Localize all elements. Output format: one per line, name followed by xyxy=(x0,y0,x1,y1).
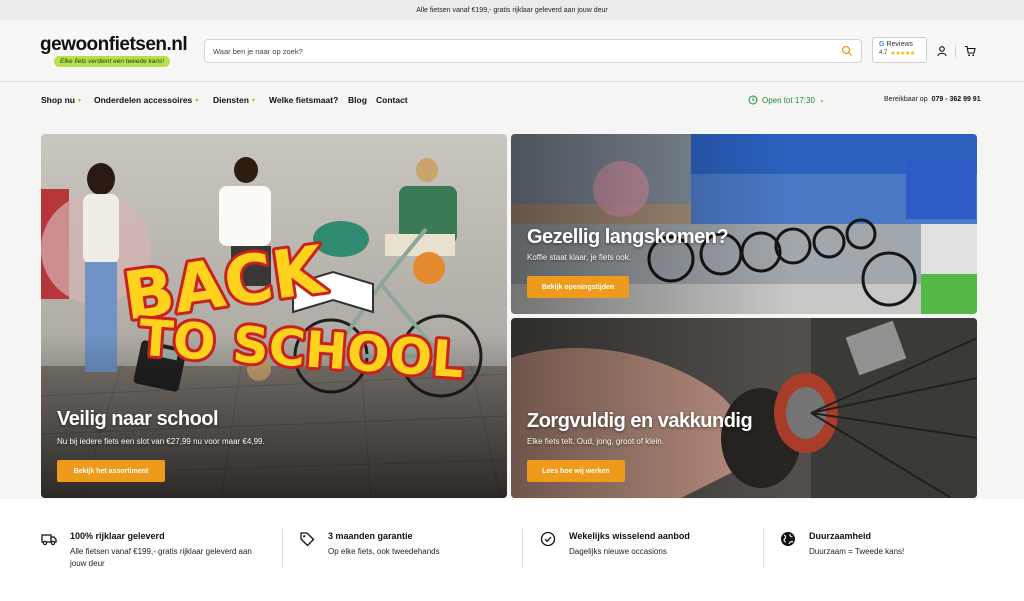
chevron-down-icon: ▾ xyxy=(251,97,255,104)
search-input[interactable] xyxy=(213,46,841,56)
hero-main-subtitle: Nu bij iedere fiets een slot van €27,99 … xyxy=(57,437,265,446)
open-hours-text: Open tot 17:30 xyxy=(762,95,815,105)
logo-text: gewoonfietsen.nl xyxy=(40,34,188,55)
usp-bar: 100% rijklaar geleverd Alle fietsen vana… xyxy=(0,499,1024,601)
chevron-down-icon: ⌄ xyxy=(818,97,825,104)
reachable-label: Bereikbaar op xyxy=(884,96,928,103)
nav-label: Onderdelen accessoires xyxy=(94,95,193,105)
usp-title: Duurzaamheid xyxy=(809,531,872,541)
nav-label: Shop nu xyxy=(41,95,75,105)
search-icon[interactable] xyxy=(841,45,853,57)
hero-visit-subtitle: Koffie staat klaar, je fiets ook. xyxy=(527,253,631,262)
rating-stars: ★★★★★ xyxy=(890,51,915,57)
hero-main-title: Veilig naar school xyxy=(57,408,219,430)
chevron-down-icon: ▾ xyxy=(195,97,199,104)
usp-description: Dagelijks nieuwe occasions xyxy=(569,547,667,556)
usp-title: 100% rijklaar geleverd xyxy=(70,531,165,541)
main-nav: Shop nu ▾ Onderdelen accessoires ▾ Dienste… xyxy=(0,82,1024,118)
logo-tagline: Elke fiets verdient een tweede kans! xyxy=(54,56,171,67)
google-icon: G xyxy=(879,41,885,48)
logo[interactable]: gewoonfietsen.nl Elke fiets verdient een… xyxy=(40,34,190,70)
hero-craft-title: Zorgvuldig en vakkundig xyxy=(527,410,753,432)
reviews-label: Reviews xyxy=(886,41,913,48)
usp-description: Op elke fiets, ook tweedehands xyxy=(328,547,440,556)
usp-description: Alle fietsen vanaf €199,- gratis rijklaa… xyxy=(70,547,252,568)
hero-card-back-to-school[interactable]: BACK TO SCHOOL Veilig naar school Nu bij… xyxy=(41,134,507,498)
nav-label: Blog xyxy=(348,95,367,105)
header-divider xyxy=(955,45,956,57)
hero-card-visit[interactable]: Gezellig langskomen? Koffie staat klaar,… xyxy=(511,134,977,314)
phone-number: 079 - 362 99 91 xyxy=(931,96,981,103)
nav-label: Welke fietsmaat? xyxy=(269,95,339,105)
usp-divider xyxy=(522,529,523,567)
clock-icon xyxy=(748,95,758,105)
how-we-work-button[interactable]: Lees hoe wij werken xyxy=(527,460,625,482)
hero-craft-subtitle: Elke fiets telt. Oud, jong, groot of kle… xyxy=(527,437,664,446)
cart-icon[interactable] xyxy=(964,45,976,57)
reviews-rating: 4.7 xyxy=(879,50,888,56)
search-bar xyxy=(204,39,862,63)
opening-hours-button[interactable]: Bekijk openingstijden xyxy=(527,276,629,298)
hero-card-craftsmanship[interactable]: Zorgvuldig en vakkundig Elke fiets telt.… xyxy=(511,318,977,498)
usp-divider xyxy=(763,529,764,567)
nav-label: Contact xyxy=(376,95,408,105)
usp-title: 3 maanden garantie xyxy=(328,531,413,541)
nav-item-size[interactable]: Welke fietsmaat? xyxy=(269,95,338,105)
usp-divider xyxy=(282,529,283,567)
nav-label: Diensten xyxy=(213,95,249,105)
tag-icon xyxy=(300,532,315,547)
globe-icon xyxy=(781,532,795,546)
nav-item-parts[interactable]: Onderdelen accessoires ▾ xyxy=(94,95,198,105)
announcement-text: Alle fietsen vanaf €199,- gratis rijklaa… xyxy=(416,6,608,14)
announcement-bar: Alle fietsen vanaf €199,- gratis rijklaa… xyxy=(0,0,1024,20)
google-reviews-badge[interactable]: G Reviews 4.7 ★★★★★ xyxy=(872,37,927,63)
truck-icon xyxy=(41,534,57,546)
site-header: gewoonfietsen.nl Elke fiets verdient een… xyxy=(0,20,1024,82)
hero-visit-title: Gezellig langskomen? xyxy=(527,226,729,248)
view-assortment-button[interactable]: Bekijk het assortiment xyxy=(57,460,165,482)
usp-description: Duurzaam = Tweede kans! xyxy=(809,547,905,556)
phone-contact[interactable]: Bereikbaar op 079 - 362 99 91 xyxy=(884,96,981,103)
usp-title: Wekelijks wisselend aanbod xyxy=(569,531,690,541)
nav-item-blog[interactable]: Blog xyxy=(348,95,367,105)
nav-item-services[interactable]: Diensten ▾ xyxy=(213,95,255,105)
nav-item-contact[interactable]: Contact xyxy=(376,95,408,105)
opening-hours[interactable]: Open tot 17:30 ⌄ xyxy=(748,95,825,105)
check-circle-icon xyxy=(540,531,556,547)
nav-item-shop[interactable]: Shop nu ▾ xyxy=(41,95,81,105)
chevron-down-icon: ▾ xyxy=(78,97,82,104)
account-icon[interactable] xyxy=(936,45,948,57)
